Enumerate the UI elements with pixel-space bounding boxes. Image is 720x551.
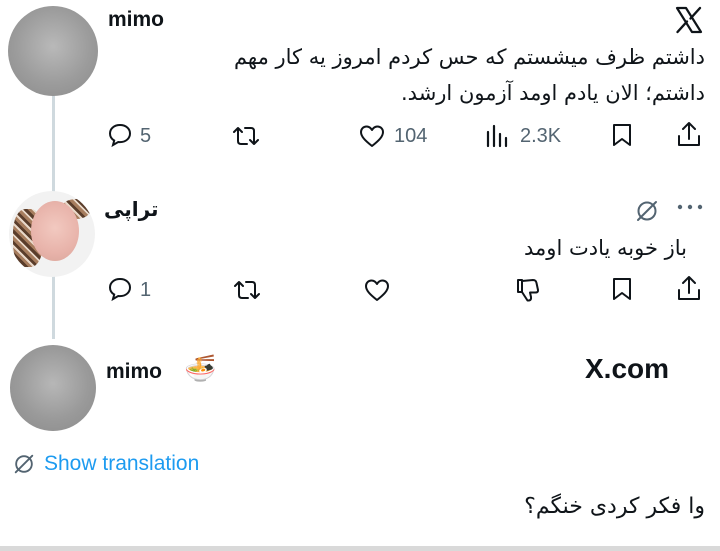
noodle-emoji: 🍜	[184, 354, 217, 384]
reply-text: باز خوبه یادت اومد	[524, 236, 687, 260]
bar-chart-icon[interactable]	[485, 122, 509, 148]
x-logo-icon	[674, 5, 704, 35]
site-label: X.com	[585, 353, 670, 384]
avatar[interactable]	[8, 6, 98, 96]
speech-bubble-icon[interactable]	[107, 276, 133, 302]
heart-icon[interactable]	[363, 277, 391, 303]
ellipsis-icon[interactable]	[676, 202, 704, 212]
retweet-icon[interactable]	[231, 278, 263, 302]
reply-count: 5	[140, 125, 152, 147]
slash-circle-icon[interactable]	[634, 198, 660, 224]
globe-icon	[12, 452, 36, 476]
footer-username[interactable]: mimo	[106, 360, 162, 384]
retweet-icon[interactable]	[230, 124, 262, 148]
tweet-username[interactable]: mimo	[108, 8, 164, 32]
show-translation-link[interactable]: Show translation	[44, 452, 199, 476]
share-icon[interactable]	[676, 120, 702, 148]
avatar[interactable]	[10, 345, 96, 431]
speech-bubble-icon[interactable]	[107, 122, 133, 148]
view-count: 2.3K	[520, 125, 562, 147]
thumbs-down-icon[interactable]	[513, 276, 541, 304]
tweet-text-line-1: داشتم ظرف میشستم که حس کردم امروز یه کار…	[233, 45, 705, 69]
like-count: 104	[394, 125, 428, 147]
footer-text: وا فکر کردی خنگم؟	[524, 494, 705, 519]
avatar[interactable]	[9, 191, 95, 277]
tweet-text-line-2: داشتم؛ الان یادم اومد آزمون ارشد.	[401, 81, 705, 105]
bookmark-icon[interactable]	[610, 122, 634, 148]
bottom-divider	[0, 546, 720, 551]
heart-icon[interactable]	[358, 123, 386, 149]
reply-username[interactable]: تراپی	[104, 197, 159, 221]
avatar-face	[31, 201, 79, 261]
share-icon[interactable]	[676, 274, 702, 302]
reply-count: 1	[140, 279, 152, 301]
bookmark-icon[interactable]	[610, 276, 634, 302]
